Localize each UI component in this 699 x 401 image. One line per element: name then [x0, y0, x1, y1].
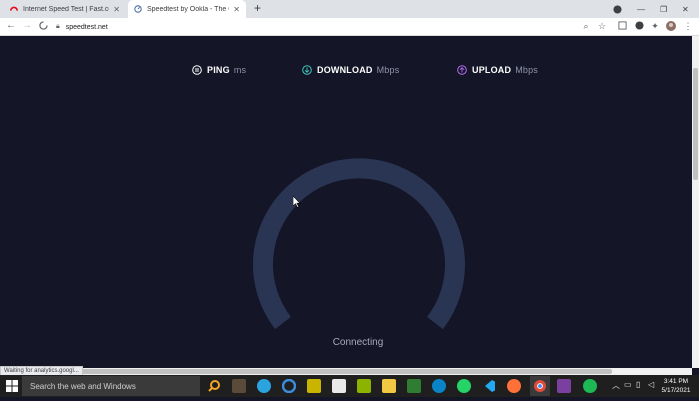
windows-taskbar: Search the web and Windows ︿ ▭ ▯ ◁ 3:41 … [0, 375, 699, 397]
library-app-icon[interactable] [232, 379, 246, 393]
ping-unit: ms [233, 65, 247, 75]
tray-battery-icon[interactable]: ▯ [636, 380, 640, 389]
extension-dark-icon[interactable] [633, 21, 645, 33]
browser-toolbar: ← → 🔒︎ speedtest.net ⌕ ☆ ✦ ⋮ [0, 18, 699, 36]
ping-metric: PING ms [192, 63, 246, 77]
file-explorer-icon[interactable] [382, 379, 396, 393]
edge-icon[interactable] [281, 378, 297, 394]
download-icon [302, 65, 312, 75]
app-purple-icon[interactable] [557, 379, 571, 393]
tab-fast[interactable]: Internet Speed Test | Fast.com ✕ [4, 0, 126, 18]
close-window-icon[interactable]: ✕ [682, 0, 689, 18]
url-text: speedtest.net [65, 23, 108, 31]
tray-network-icon[interactable]: ▭ [624, 380, 632, 389]
extensions-puzzle-icon[interactable]: ✦ [649, 21, 661, 33]
tab-strip: Internet Speed Test | Fast.com ✕ Speedte… [0, 0, 699, 18]
ping-label: PING [207, 65, 230, 75]
app-blue-icon[interactable] [432, 379, 446, 393]
ping-icon [192, 65, 202, 75]
mouse-cursor-icon [293, 196, 301, 208]
tab-speedtest[interactable]: Speedtest by Ookla - The Globa ✕ [128, 0, 246, 18]
upload-icon [457, 65, 467, 75]
vscode-icon[interactable] [482, 379, 496, 393]
loading-icon[interactable] [36, 21, 50, 33]
profile-avatar[interactable] [665, 21, 677, 33]
whatsapp-icon[interactable] [457, 379, 471, 393]
extension-icon[interactable] [616, 21, 628, 33]
bookmark-star-icon[interactable]: ☆ [596, 21, 608, 33]
maximize-icon[interactable]: ❐ [660, 0, 667, 18]
horizontal-scrollbar[interactable] [0, 368, 692, 375]
lock-icon: 🔒︎ [56, 23, 60, 30]
back-icon[interactable]: ← [4, 20, 18, 31]
zoom-icon[interactable]: ⌕ [580, 21, 592, 33]
tray-volume-icon[interactable]: ◁ [648, 380, 654, 389]
scrollbar-thumb[interactable] [80, 369, 612, 374]
taskbar-search[interactable]: Search the web and Windows [22, 376, 200, 396]
upload-metric: UPLOAD Mbps [457, 63, 538, 77]
scrollbar-thumb[interactable] [693, 68, 698, 180]
notepad-icon[interactable] [332, 379, 346, 393]
tab-title: Speedtest by Ookla - The Globa [147, 5, 229, 13]
tab-title: Internet Speed Test | Fast.com [23, 5, 110, 13]
chrome-taskbar-button[interactable] [530, 376, 550, 396]
close-tab-icon[interactable]: ✕ [113, 5, 120, 14]
telegram-icon[interactable] [257, 379, 271, 393]
search-app-icon[interactable] [207, 379, 221, 393]
lambda-app-icon[interactable] [357, 379, 371, 393]
spotify-icon[interactable] [583, 379, 597, 393]
photos-app-icon[interactable] [407, 379, 421, 393]
minimize-icon[interactable]: — [637, 0, 645, 18]
vertical-scrollbar[interactable] [692, 36, 699, 368]
menu-kebab-icon[interactable]: ⋮ [682, 21, 694, 33]
upload-unit: Mbps [515, 65, 539, 75]
clock-time: 3:41 PM [663, 378, 689, 385]
new-tab-button[interactable]: + [254, 1, 261, 15]
firefox-icon[interactable] [507, 379, 521, 393]
download-label: DOWNLOAD [317, 65, 373, 75]
upload-label: UPLOAD [472, 65, 512, 75]
app-yellow-icon[interactable] [307, 379, 321, 393]
profile-indicator-icon[interactable] [613, 0, 622, 18]
speedtest-favicon-icon [134, 5, 142, 13]
connection-status: Connecting [332, 337, 384, 348]
address-bar[interactable]: 🔒︎ speedtest.net [56, 19, 596, 35]
clock-date: 5/17/2021 [661, 387, 691, 394]
download-unit: Mbps [376, 65, 400, 75]
windows-start-icon[interactable] [6, 380, 18, 392]
forward-icon[interactable]: → [20, 20, 34, 31]
download-metric: DOWNLOAD Mbps [302, 63, 399, 77]
taskbar-clock[interactable]: 3:41 PM 5/17/2021 [659, 377, 693, 395]
tray-chevron-icon[interactable]: ︿ [612, 380, 620, 391]
taskbar-search-placeholder: Search the web and Windows [30, 381, 136, 391]
speed-gauge [253, 158, 465, 330]
fast-favicon-icon [10, 6, 18, 11]
close-tab-icon[interactable]: ✕ [233, 5, 240, 14]
